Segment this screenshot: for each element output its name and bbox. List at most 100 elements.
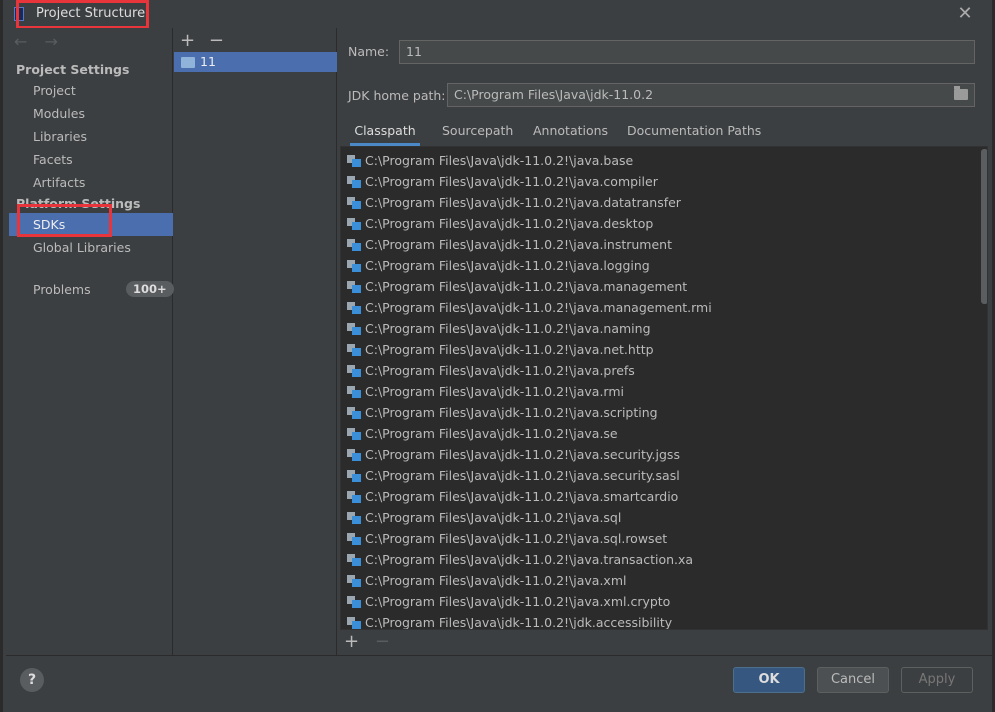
jdk-folder-icon bbox=[181, 57, 195, 68]
classpath-row[interactable]: C:\Program Files\Java\jdk-11.0.2!\java.s… bbox=[341, 486, 981, 507]
jar-icon bbox=[347, 344, 361, 356]
back-forward-arrows[interactable]: ← → bbox=[14, 32, 64, 51]
jar-icon bbox=[347, 239, 361, 251]
classpath-toolbar: + − bbox=[344, 631, 390, 652]
classpath-entry: C:\Program Files\Java\jdk-11.0.2!\java.t… bbox=[365, 552, 694, 567]
classpath-row[interactable]: C:\Program Files\Java\jdk-11.0.2!\java.x… bbox=[341, 591, 981, 612]
jdk-home-path-label: JDK home path: bbox=[348, 88, 446, 103]
classpath-row[interactable]: C:\Program Files\Java\jdk-11.0.2!\java.n… bbox=[341, 339, 981, 360]
classpath-entry: C:\Program Files\Java\jdk-11.0.2!\java.n… bbox=[365, 342, 654, 357]
classpath-row[interactable]: C:\Program Files\Java\jdk-11.0.2!\java.s… bbox=[341, 402, 981, 423]
jar-icon bbox=[347, 386, 361, 398]
classpath-entry: C:\Program Files\Java\jdk-11.0.2!\java.s… bbox=[365, 447, 680, 462]
jar-icon bbox=[347, 302, 361, 314]
classpath-row[interactable]: C:\Program Files\Java\jdk-11.0.2!\java.i… bbox=[341, 234, 981, 255]
sdk-toolbar: + − bbox=[180, 30, 232, 51]
classpath-row[interactable]: C:\Program Files\Java\jdk-11.0.2!\java.l… bbox=[341, 255, 981, 276]
nav-item-project[interactable]: Project bbox=[33, 83, 76, 98]
cancel-button[interactable]: Cancel bbox=[817, 667, 889, 693]
tab-documentation-paths[interactable]: Documentation Paths bbox=[627, 120, 761, 146]
classpath-entry: C:\Program Files\Java\jdk-11.0.2!\java.l… bbox=[365, 258, 650, 273]
jdk-home-path-input[interactable]: C:\Program Files\Java\jdk-11.0.2 bbox=[447, 83, 975, 107]
jar-icon bbox=[347, 449, 361, 461]
jar-icon bbox=[347, 512, 361, 524]
jar-icon bbox=[347, 554, 361, 566]
classpath-row[interactable]: C:\Program Files\Java\jdk-11.0.2!\java.m… bbox=[341, 276, 981, 297]
classpath-entry: C:\Program Files\Java\jdk-11.0.2!\java.b… bbox=[365, 153, 634, 168]
browse-folder-icon[interactable] bbox=[954, 86, 968, 100]
classpath-entry: C:\Program Files\Java\jdk-11.0.2!\jdk.ac… bbox=[365, 615, 673, 630]
classpath-entry: C:\Program Files\Java\jdk-11.0.2!\java.n… bbox=[365, 321, 651, 336]
classpath-entry: C:\Program Files\Java\jdk-11.0.2!\java.m… bbox=[365, 279, 688, 294]
jar-icon bbox=[347, 470, 361, 482]
ok-button[interactable]: OK bbox=[733, 667, 805, 693]
close-icon[interactable]: ✕ bbox=[954, 3, 976, 25]
jar-icon bbox=[347, 197, 361, 209]
classpath-row[interactable]: C:\Program Files\Java\jdk-11.0.2!\java.m… bbox=[341, 297, 981, 318]
classpath-row[interactable]: C:\Program Files\Java\jdk-11.0.2!\java.s… bbox=[341, 444, 981, 465]
tab-classpath[interactable]: Classpath bbox=[350, 120, 420, 146]
apply-button[interactable]: Apply bbox=[901, 667, 973, 693]
classpath-row[interactable]: C:\Program Files\Java\jdk-11.0.2!\java.d… bbox=[341, 213, 981, 234]
classpath-row[interactable]: C:\Program Files\Java\jdk-11.0.2!\java.r… bbox=[341, 381, 981, 402]
sdk-list-item[interactable]: 11 bbox=[174, 52, 337, 72]
classpath-row[interactable]: C:\Program Files\Java\jdk-11.0.2!\java.n… bbox=[341, 318, 981, 339]
classpath-entry: C:\Program Files\Java\jdk-11.0.2!\java.d… bbox=[365, 216, 654, 231]
remove-sdk-button[interactable]: − bbox=[209, 30, 224, 51]
dialog-button-bar: ? OK Cancel Apply bbox=[6, 655, 995, 712]
jar-icon bbox=[347, 155, 361, 167]
jar-icon bbox=[347, 491, 361, 503]
nav-item-facets[interactable]: Facets bbox=[33, 152, 73, 167]
sdk-list-panel: + − 11 bbox=[174, 28, 337, 655]
classpath-entry: C:\Program Files\Java\jdk-11.0.2!\java.s… bbox=[365, 426, 618, 441]
title-bar: Project Structure ✕ bbox=[3, 0, 995, 29]
classpath-row[interactable]: C:\Program Files\Java\jdk-11.0.2!\java.c… bbox=[341, 171, 981, 192]
classpath-entry: C:\Program Files\Java\jdk-11.0.2!\java.c… bbox=[365, 174, 658, 189]
classpath-entry: C:\Program Files\Java\jdk-11.0.2!\java.s… bbox=[365, 510, 622, 525]
name-label: Name: bbox=[348, 44, 390, 59]
help-button[interactable]: ? bbox=[20, 668, 44, 692]
classpath-row[interactable]: C:\Program Files\Java\jdk-11.0.2!\java.s… bbox=[341, 528, 981, 549]
classpath-entry: C:\Program Files\Java\jdk-11.0.2!\java.r… bbox=[365, 384, 624, 399]
nav-item-artifacts[interactable]: Artifacts bbox=[33, 175, 85, 190]
nav-item-libraries[interactable]: Libraries bbox=[33, 129, 87, 144]
remove-path-button[interactable]: − bbox=[375, 631, 390, 652]
title-highlight-box bbox=[16, 0, 149, 29]
classpath-entry: C:\Program Files\Java\jdk-11.0.2!\java.s… bbox=[365, 489, 679, 504]
classpath-entry: C:\Program Files\Java\jdk-11.0.2!\java.m… bbox=[365, 300, 712, 315]
sdk-details-panel: Name: 11 JDK home path: C:\Program Files… bbox=[338, 28, 995, 655]
classpath-row[interactable]: C:\Program Files\Java\jdk-11.0.2!\java.b… bbox=[341, 150, 981, 171]
classpath-list[interactable]: C:\Program Files\Java\jdk-11.0.2!\java.b… bbox=[340, 146, 988, 630]
classpath-entry: C:\Program Files\Java\jdk-11.0.2!\java.s… bbox=[365, 531, 668, 546]
tab-annotations[interactable]: Annotations bbox=[533, 120, 608, 146]
classpath-entry: C:\Program Files\Java\jdk-11.0.2!\java.p… bbox=[365, 363, 635, 378]
classpath-row[interactable]: C:\Program Files\Java\jdk-11.0.2!\java.s… bbox=[341, 465, 981, 486]
jar-icon bbox=[347, 596, 361, 608]
jar-icon bbox=[347, 260, 361, 272]
settings-nav: ← → Project Settings Project Modules Lib… bbox=[6, 28, 174, 655]
nav-item-modules[interactable]: Modules bbox=[33, 106, 85, 121]
classpath-row[interactable]: C:\Program Files\Java\jdk-11.0.2!\jdk.ac… bbox=[341, 612, 981, 630]
classpath-row[interactable]: C:\Program Files\Java\jdk-11.0.2!\java.p… bbox=[341, 360, 981, 381]
jar-icon bbox=[347, 533, 361, 545]
tab-sourcepath[interactable]: Sourcepath bbox=[442, 120, 513, 146]
add-path-button[interactable]: + bbox=[344, 631, 359, 652]
jdk-home-path-value: C:\Program Files\Java\jdk-11.0.2 bbox=[454, 87, 654, 102]
classpath-row[interactable]: C:\Program Files\Java\jdk-11.0.2!\java.t… bbox=[341, 549, 981, 570]
classpath-entry: C:\Program Files\Java\jdk-11.0.2!\java.s… bbox=[365, 405, 658, 420]
jar-icon bbox=[347, 323, 361, 335]
nav-item-global-libraries[interactable]: Global Libraries bbox=[33, 240, 131, 255]
nav-item-problems[interactable]: Problems bbox=[33, 282, 91, 297]
jar-icon bbox=[347, 575, 361, 587]
jar-icon bbox=[347, 218, 361, 230]
classpath-row[interactable]: C:\Program Files\Java\jdk-11.0.2!\java.d… bbox=[341, 192, 981, 213]
classpath-entry: C:\Program Files\Java\jdk-11.0.2!\java.s… bbox=[365, 468, 680, 483]
section-project-settings: Project Settings bbox=[16, 62, 130, 77]
classpath-scrollbar[interactable] bbox=[981, 149, 987, 304]
classpath-row[interactable]: C:\Program Files\Java\jdk-11.0.2!\java.x… bbox=[341, 570, 981, 591]
classpath-entry: C:\Program Files\Java\jdk-11.0.2!\java.x… bbox=[365, 573, 627, 588]
classpath-row[interactable]: C:\Program Files\Java\jdk-11.0.2!\java.s… bbox=[341, 423, 981, 444]
add-sdk-button[interactable]: + bbox=[180, 30, 195, 51]
classpath-row[interactable]: C:\Program Files\Java\jdk-11.0.2!\java.s… bbox=[341, 507, 981, 528]
sdk-name-input[interactable]: 11 bbox=[399, 40, 975, 64]
